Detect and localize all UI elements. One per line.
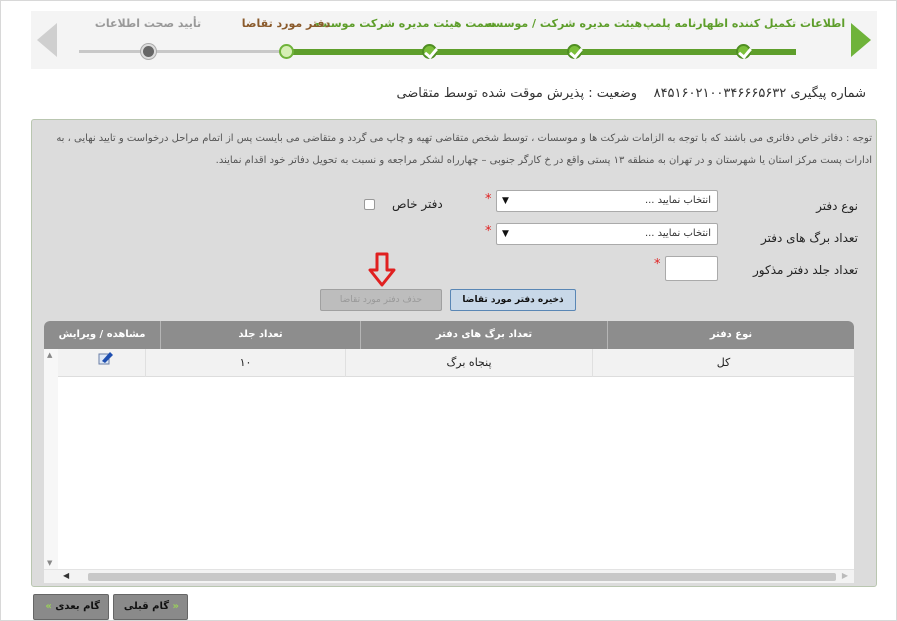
- scroll-down-icon[interactable]: ▼: [47, 559, 52, 567]
- next-step-label: گام بعدی: [55, 601, 100, 612]
- books-table: نوع دفتر تعداد برگ های دفتر تعداد جلد مش…: [44, 321, 854, 583]
- scroll-right-icon[interactable]: ▶: [842, 571, 848, 580]
- wizard-step-label: هیئت مدیره شرکت / موسسه: [485, 17, 643, 30]
- status-label: وضعیت :: [588, 86, 638, 101]
- tracking-number: ۸۴۵۱۶۰۲۱۰۰۳۴۶۶۶۵۶۳۲: [653, 86, 787, 101]
- current-step-icon: [279, 44, 294, 59]
- wizard-step-label: اطلاعات تکمیل کننده اظهارنامه پلمپ: [643, 17, 846, 30]
- next-arrow-icon[interactable]: [851, 23, 871, 57]
- previous-step-label: گام قبلی: [123, 601, 170, 612]
- wizard-step-1[interactable]: اطلاعات تکمیل کننده اظهارنامه پلمپ: [643, 11, 846, 69]
- tracking-info: شماره پیگیری ۸۴۵۱۶۰۲۱۰۰۳۴۶۶۶۵۶۳۲ وضعیت :…: [396, 86, 866, 101]
- scroll-left-icon[interactable]: ◀: [63, 571, 69, 580]
- column-header[interactable]: تعداد جلد: [160, 321, 360, 349]
- required-mark: *: [654, 257, 661, 272]
- required-mark: *: [485, 224, 492, 239]
- wizard-step-5[interactable]: تأیید صحت اطلاعات: [63, 11, 233, 69]
- cell-book-type: کل: [592, 349, 854, 377]
- notice-line: توجه : دفاتر خاص دفاتری می باشند که با ت…: [56, 133, 872, 144]
- cell-count: ۱۰: [145, 349, 345, 377]
- page-frame: اطلاعات تکمیل کننده اظهارنامه پلمپ هیئت …: [0, 0, 897, 621]
- tracking-label: شماره پیگیری: [790, 86, 866, 101]
- next-step-button[interactable]: گام بعدی »: [33, 594, 109, 620]
- special-book-checkbox[interactable]: [364, 199, 375, 210]
- table-header: نوع دفتر تعداد برگ های دفتر تعداد جلد مش…: [44, 321, 854, 349]
- chevron-icon: »: [45, 601, 52, 612]
- chevron-icon: «: [172, 601, 179, 612]
- special-book-label: دفتر خاص: [392, 197, 443, 211]
- delete-book-button[interactable]: حذف دفتر مورد تقاضا: [320, 289, 442, 311]
- dropdown-arrow-icon: ▼: [502, 196, 509, 206]
- volumes-label: تعداد جلد دفتر مذکور: [753, 263, 858, 277]
- cell-pages: پنجاه برگ: [345, 349, 592, 377]
- pages-select[interactable]: انتخاب نمایید ... ▼: [496, 223, 718, 245]
- requested-book-panel: توجه : دفاتر خاص دفاتری می باشند که با ت…: [31, 119, 877, 587]
- table-row[interactable]: کل پنجاه برگ ۱۰: [44, 349, 854, 377]
- check-icon: [422, 44, 437, 59]
- pending-step-icon: [141, 44, 156, 59]
- horizontal-scrollbar[interactable]: ◀ ▶: [44, 569, 854, 583]
- previous-arrow-icon[interactable]: [37, 23, 57, 57]
- pages-value: انتخاب نمایید ...: [644, 228, 711, 239]
- save-book-button[interactable]: ذخیره دفتر مورد تقاضا: [450, 289, 576, 311]
- edit-icon[interactable]: [98, 351, 114, 365]
- dropdown-arrow-icon: ▼: [502, 229, 509, 239]
- book-type-label: نوع دفتر: [816, 199, 858, 213]
- notice-line: ادارات پست مرکز استان یا شهرستان و در ته…: [215, 155, 872, 166]
- required-mark: *: [485, 192, 492, 207]
- down-arrow-icon: [368, 252, 396, 287]
- scrollbar-thumb[interactable]: [88, 573, 836, 581]
- book-type-select[interactable]: انتخاب نمایید ... ▼: [496, 190, 718, 212]
- column-header[interactable]: تعداد برگ های دفتر: [360, 321, 607, 349]
- wizard-step-label: تأیید صحت اطلاعات: [94, 17, 202, 30]
- scroll-up-icon[interactable]: ▲: [47, 351, 52, 359]
- pages-label: تعداد برگ های دفتر: [761, 231, 858, 245]
- wizard-progress: اطلاعات تکمیل کننده اظهارنامه پلمپ هیئت …: [31, 11, 877, 69]
- check-icon: [567, 44, 582, 59]
- wizard-step-2[interactable]: هیئت مدیره شرکت / موسسه: [479, 11, 649, 69]
- vertical-scrollbar[interactable]: ▲ ▼: [44, 349, 58, 569]
- check-icon: [736, 44, 751, 59]
- book-type-value: انتخاب نمایید ...: [644, 195, 711, 206]
- volumes-input[interactable]: [665, 256, 718, 281]
- previous-step-button[interactable]: « گام قبلی: [113, 594, 188, 620]
- column-header[interactable]: مشاهده / ویرایش: [44, 321, 160, 349]
- cell-edit: [58, 349, 145, 377]
- column-header[interactable]: نوع دفتر: [607, 321, 854, 349]
- notice-text: توجه : دفاتر خاص دفاتری می باشند که با ت…: [40, 128, 872, 172]
- status-value: پذیرش موقت شده توسط متقاضی: [396, 86, 585, 101]
